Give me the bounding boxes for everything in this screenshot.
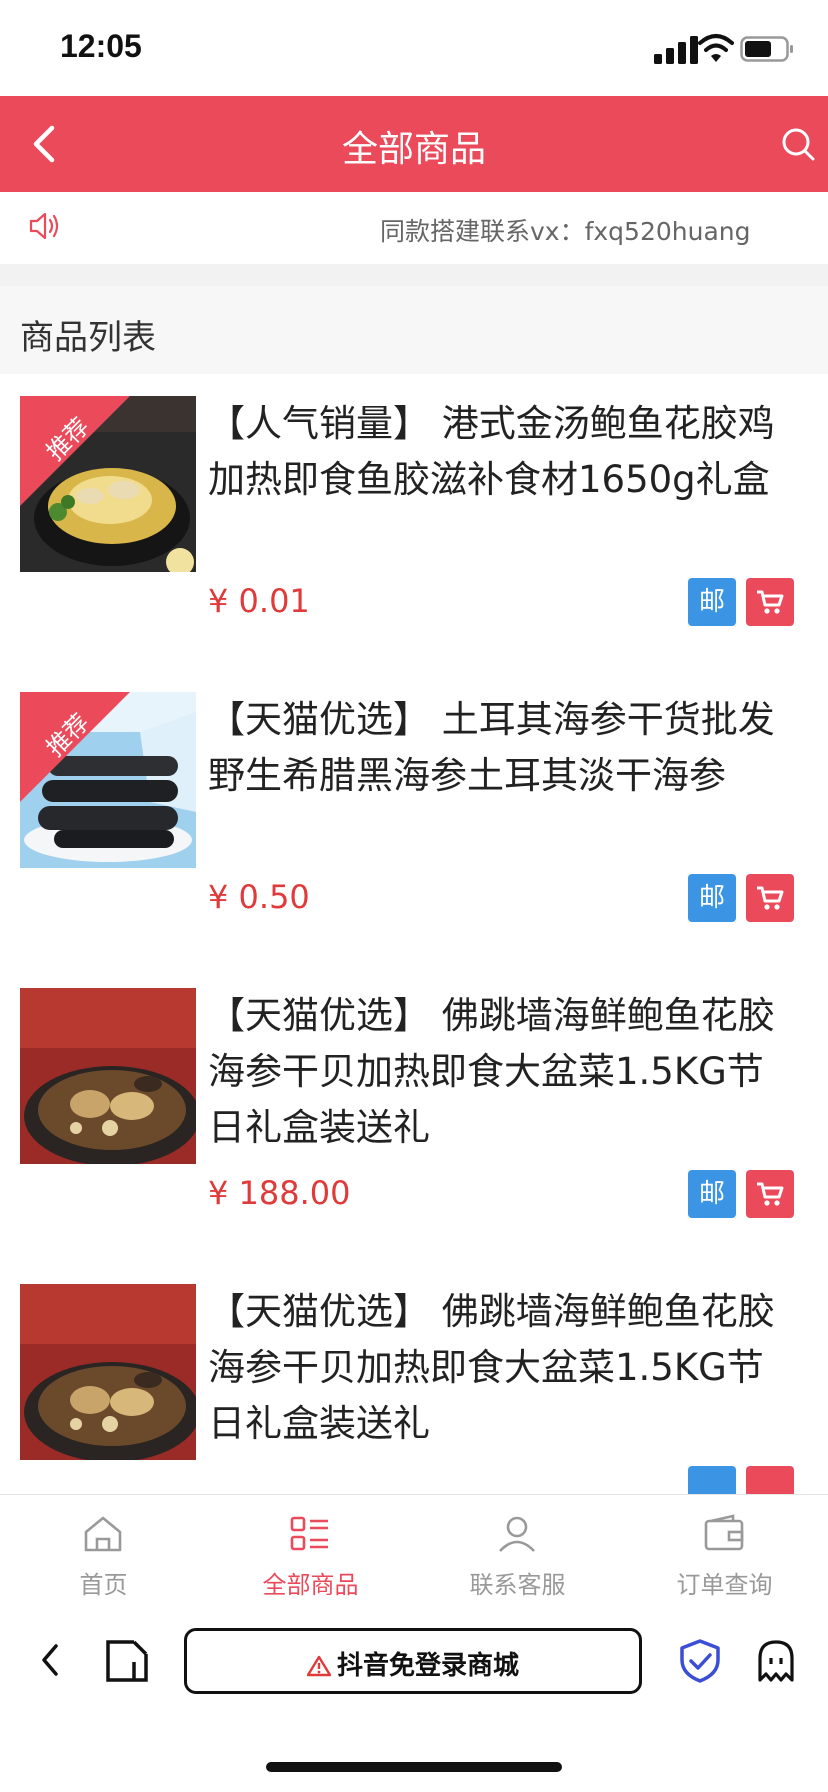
tab-contact-service[interactable]: 联系客服	[414, 1495, 621, 1603]
home-indicator	[266, 1762, 562, 1772]
tab-label: 订单查询	[676, 1571, 773, 1599]
speaker-icon	[29, 212, 59, 240]
tab-order-lookup[interactable]: 订单查询	[621, 1495, 828, 1603]
notice-text: 同款搭建联系vx：fxq520huang	[380, 217, 751, 246]
search-icon[interactable]	[780, 126, 816, 162]
cart-icon	[757, 886, 784, 910]
product-image[interactable]	[20, 988, 196, 1164]
product-item[interactable]: 【天猫优选】 佛跳墙海鲜鲍鱼花胶海参干贝加热即食大盆菜1.5KG节日礼盒装送礼 …	[0, 966, 828, 1262]
cart-icon	[757, 590, 784, 614]
user-icon	[499, 1516, 535, 1552]
product-image[interactable]	[20, 1284, 196, 1460]
home-icon	[84, 1516, 122, 1552]
product-name[interactable]: 【人气销量】 港式金汤鲍鱼花胶鸡加热即食鱼胶滋补食材1650g礼盒	[208, 396, 800, 508]
wallet-icon	[704, 1514, 744, 1551]
free-shipping-badge: 邮	[688, 874, 736, 922]
tab-label: 首页	[79, 1571, 128, 1599]
product-item[interactable]: 【天猫优选】 佛跳墙海鲜鲍鱼花胶海参干贝加热即食大盆菜1.5KG节日礼盒装送礼	[0, 1262, 828, 1494]
product-price: ¥ 0.01	[208, 582, 310, 620]
status-time: 12:05	[60, 28, 142, 64]
product-price: ¥ 188.00	[208, 1174, 351, 1212]
wifi-icon	[698, 34, 734, 62]
product-price: ¥ 0.50	[208, 878, 310, 916]
tab-label: 全部商品	[262, 1571, 359, 1599]
list-icon	[290, 1516, 328, 1551]
warning-icon	[306, 1655, 332, 1677]
battery-icon	[740, 36, 793, 62]
add-to-cart-button[interactable]	[746, 874, 794, 922]
add-to-cart-button[interactable]	[746, 578, 794, 626]
product-name[interactable]: 【天猫优选】 佛跳墙海鲜鲍鱼花胶海参干贝加热即食大盆菜1.5KG节日礼盒装送礼	[208, 1284, 800, 1452]
tabs-icon[interactable]	[104, 1638, 150, 1684]
section-title: 商品列表	[20, 318, 156, 358]
tab-all-products[interactable]: 全部商品	[207, 1495, 414, 1603]
section-header: 商品列表	[0, 286, 828, 374]
free-shipping-badge	[688, 1466, 736, 1494]
notice-bar: 同款搭建联系vx：fxq520huang	[0, 192, 828, 264]
product-image[interactable]: 推荐	[20, 692, 196, 868]
divider	[0, 264, 828, 286]
product-item[interactable]: 推荐 【人气销量】 港式金汤鲍鱼花胶鸡加热即食鱼胶滋补食材1650g礼盒 ¥ 0…	[0, 374, 828, 670]
tab-home[interactable]: 首页	[0, 1495, 207, 1603]
address-bar[interactable]: 抖音免登录商城	[184, 1628, 642, 1694]
product-item[interactable]: 推荐 【天猫优选】 土耳其海参干货批发 野生希腊黑海参土耳其淡干海参 ¥ 0.5…	[0, 670, 828, 966]
add-to-cart-button[interactable]	[746, 1170, 794, 1218]
product-image[interactable]: 推荐	[20, 396, 196, 572]
browser-back-icon[interactable]	[36, 1640, 64, 1680]
cart-icon	[757, 1182, 784, 1206]
add-to-cart-button[interactable]	[746, 1466, 794, 1494]
tab-label: 联系客服	[469, 1571, 566, 1599]
signal-icon	[654, 36, 698, 64]
product-name[interactable]: 【天猫优选】 佛跳墙海鲜鲍鱼花胶海参干贝加热即食大盆菜1.5KG节日礼盒装送礼	[208, 988, 800, 1156]
free-shipping-badge: 邮	[688, 578, 736, 626]
free-shipping-badge: 邮	[688, 1170, 736, 1218]
nav-bar: 全部商品	[0, 96, 828, 192]
bottom-tab-bar: 首页 全部商品 联系客服 订单查询	[0, 1494, 828, 1603]
shield-check-icon[interactable]	[678, 1638, 722, 1684]
ghost-icon[interactable]	[754, 1638, 798, 1684]
status-bar: 12:05	[0, 0, 828, 96]
product-name[interactable]: 【天猫优选】 土耳其海参干货批发 野生希腊黑海参土耳其淡干海参	[208, 692, 800, 804]
address-text: 抖音免登录商城	[336, 1651, 519, 1681]
page-title: 全部商品	[341, 129, 486, 170]
